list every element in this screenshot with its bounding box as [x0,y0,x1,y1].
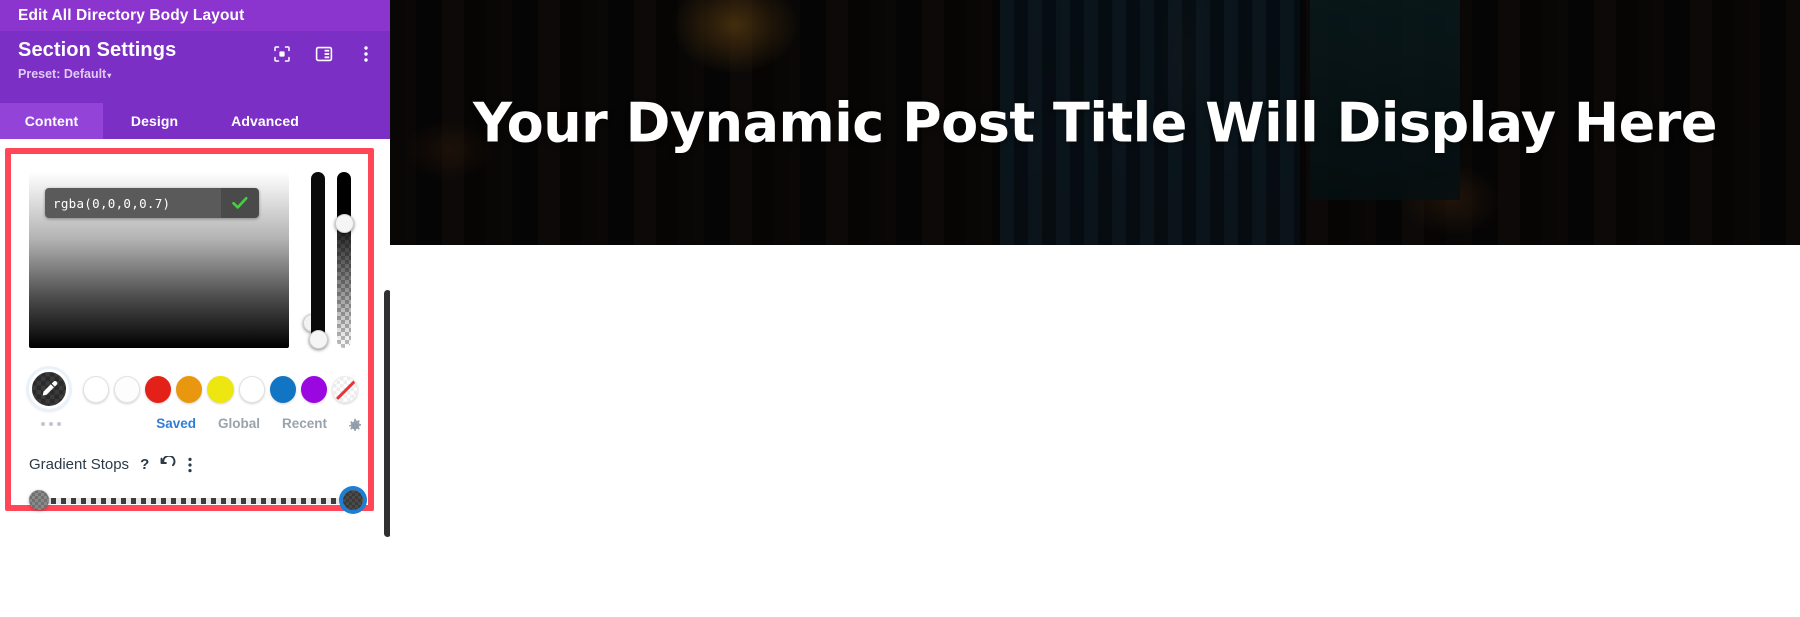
color-swatch-row [29,368,363,410]
color-picker: Saved Global Recent Gradient Stops ? [29,172,363,510]
alpha-slider-handle[interactable] [334,214,354,233]
color-value-input[interactable] [45,188,221,218]
gradient-stops-label: Gradient Stops [29,456,130,473]
section-settings-panel: Edit All Directory Body Layout Section S… [0,0,390,617]
swatch-purple[interactable] [300,375,327,403]
canvas-body-blank [390,245,1800,617]
more-options-dots[interactable] [41,422,61,426]
gradient-stop-end[interactable] [343,490,363,510]
screen-root: Edit All Directory Body Layout Section S… [0,0,1800,617]
help-icon[interactable]: ? [140,456,149,473]
hue-slider[interactable] [308,172,328,349]
swatch-white-3[interactable] [238,375,265,403]
hero-title: Your Dynamic Post Title Will Display Her… [472,91,1718,154]
swatch-red[interactable] [145,375,172,403]
alpha-slider[interactable] [334,172,354,348]
hero-section[interactable]: Your Dynamic Post Title Will Display Her… [390,0,1800,245]
color-value-field [45,188,259,218]
palette-tabs-row: Saved Global Recent [29,416,363,442]
color-picker-highlight-box: Saved Global Recent Gradient Stops ? [5,148,374,511]
swatch-white-1[interactable] [83,375,110,403]
palette-tab-recent[interactable]: Recent [282,416,327,431]
swatch-blue[interactable] [269,375,296,403]
preset-selector[interactable]: Preset: Default▾ [18,67,390,81]
panel-header-icons [272,44,376,64]
reset-undo-icon[interactable] [160,456,177,473]
panel-layout-icon[interactable] [314,44,334,64]
settings-gear-icon[interactable] [347,418,363,439]
gradient-stop-start[interactable] [29,490,49,510]
tab-design[interactable]: Design [103,103,206,139]
layout-title: Edit All Directory Body Layout [18,6,245,24]
panel-header: Section Settings Preset: Default▾ [0,31,390,103]
kebab-menu-icon[interactable] [356,44,376,64]
tab-content[interactable]: Content [0,103,103,139]
gradient-stops-track[interactable] [41,498,351,504]
kebab-menu-icon[interactable] [188,457,192,473]
swatch-yellow[interactable] [207,375,234,403]
green-checkmark-icon[interactable] [221,188,259,218]
gradient-stops-slider[interactable] [29,490,363,512]
layout-titlebar: Edit All Directory Body Layout [0,0,390,31]
gradient-stops-header: Gradient Stops ? [29,456,192,473]
hue-slider-handle[interactable] [308,330,328,349]
tab-advanced[interactable]: Advanced [206,103,324,139]
no-color-swatch[interactable] [331,375,359,403]
palette-tab-saved[interactable]: Saved [156,416,196,431]
palette-tab-links: Saved Global Recent [156,416,327,431]
focus-target-icon[interactable] [272,44,292,64]
palette-tab-global[interactable]: Global [218,416,260,431]
settings-tabbar: Content Design Advanced [0,103,390,139]
preset-label: Preset: Default [18,67,107,81]
chevron-down-icon: ▾ [107,71,112,80]
page-canvas: Your Dynamic Post Title Will Display Her… [390,0,1800,617]
swatch-orange[interactable] [176,375,203,403]
swatch-white-2[interactable] [114,375,141,403]
eyedropper-icon[interactable] [29,369,69,409]
